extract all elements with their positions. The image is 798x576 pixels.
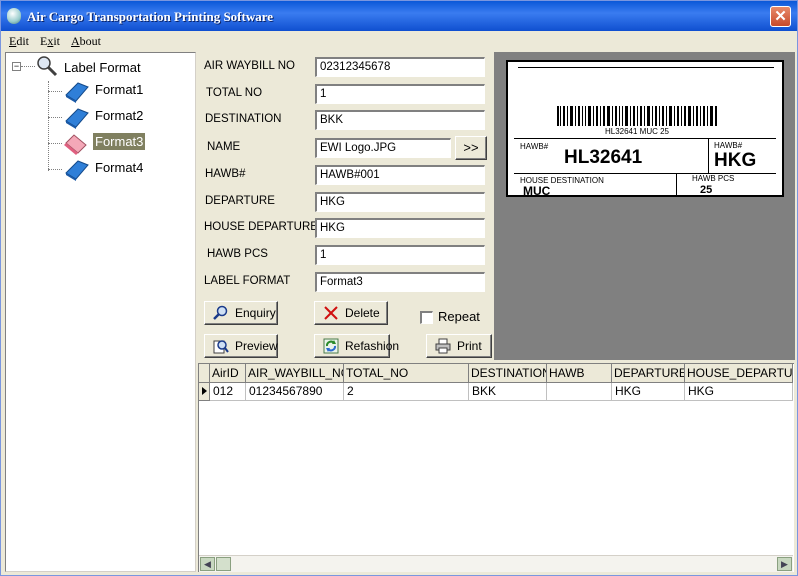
air-waybill-label: AIR WAYBILL NO bbox=[204, 60, 295, 72]
label-tag-icon bbox=[65, 108, 89, 129]
column-header[interactable]: TOTAL_NO bbox=[344, 364, 469, 383]
label-preview-card: HL32641 MUC 25 HAWB# HL32641 HAWB# HKG H… bbox=[506, 60, 784, 198]
scroll-right-icon[interactable]: ▶ bbox=[777, 557, 792, 571]
table-cell[interactable]: BKK bbox=[469, 383, 547, 401]
collapse-toggle[interactable]: − bbox=[12, 62, 21, 71]
hawb-value: HL32641 bbox=[564, 147, 643, 168]
label-format-label: LABEL FORMAT bbox=[204, 275, 291, 287]
close-icon: ✕ bbox=[774, 8, 787, 25]
row-house-departure: HOUSE DEPARTURE HKG bbox=[198, 216, 492, 238]
menu-bar: Edit Exit About bbox=[1, 31, 797, 51]
departure-label: DEPARTURE bbox=[205, 195, 275, 207]
window-title: Air Cargo Transportation Printing Softwa… bbox=[27, 9, 274, 24]
table-cell[interactable] bbox=[547, 383, 612, 401]
row-departure: DEPARTURE HKG bbox=[198, 190, 492, 212]
horizontal-scrollbar[interactable]: ◀ ▶ bbox=[199, 555, 793, 572]
hawb-pcs-caption: HAWB PCS bbox=[692, 174, 735, 183]
preview-magnifier-icon bbox=[213, 340, 229, 354]
barcode-text: HL32641 MUC 25 bbox=[604, 127, 670, 136]
label-tag-icon bbox=[65, 82, 89, 103]
delete-button[interactable]: Delete bbox=[314, 301, 388, 325]
hawb-label: HAWB# bbox=[205, 168, 246, 180]
tree-item-label: Format1 bbox=[95, 82, 144, 97]
barcode-image bbox=[557, 106, 717, 126]
tree-item-label: Format4 bbox=[95, 160, 144, 175]
scroll-left-icon[interactable]: ◀ bbox=[200, 557, 215, 571]
house-destination-value: MUC bbox=[523, 184, 551, 198]
destination-label: DESTINATION bbox=[205, 113, 282, 125]
column-header[interactable]: DEPARTURE bbox=[612, 364, 685, 383]
menu-exit[interactable]: Exit bbox=[40, 34, 60, 49]
column-header[interactable]: AirID bbox=[210, 364, 246, 383]
close-button[interactable]: ✕ bbox=[770, 6, 791, 27]
label-format-tree[interactable]: − Label Format Format1 Format2 Format3 F… bbox=[5, 52, 196, 572]
app-icon bbox=[7, 8, 21, 24]
print-button[interactable]: Print bbox=[426, 334, 492, 358]
magnifier-icon bbox=[37, 56, 58, 77]
menu-edit[interactable]: Edit bbox=[9, 34, 29, 49]
row-name: NAME EWI Logo.JPG >> bbox=[198, 136, 492, 160]
house-departure-input[interactable]: HKG bbox=[315, 218, 485, 238]
hawb2-value: HKG bbox=[714, 150, 757, 171]
table-cell[interactable]: 2 bbox=[344, 383, 469, 401]
browse-button[interactable]: >> bbox=[455, 136, 487, 160]
records-grid[interactable]: AirID AIR_WAYBILL_NO TOTAL_NO DESTINATIO… bbox=[198, 363, 794, 572]
total-no-label: TOTAL NO bbox=[206, 87, 263, 99]
column-header[interactable]: HOUSE_DEPARTUR bbox=[685, 364, 793, 383]
refresh-icon bbox=[323, 338, 339, 354]
row-hawb-pcs: HAWB PCS 1 bbox=[198, 243, 492, 265]
row-total-no: TOTAL NO 1 bbox=[198, 82, 492, 104]
menu-about[interactable]: About bbox=[71, 34, 101, 49]
hawb-pcs-value: 25 bbox=[700, 184, 713, 196]
house-departure-label: HOUSE DEPARTURE bbox=[204, 221, 318, 233]
repeat-label: Repeat bbox=[438, 309, 480, 324]
refashion-button[interactable]: Refashion bbox=[314, 334, 399, 358]
preview-button[interactable]: Preview bbox=[204, 334, 278, 358]
hawb-caption: HAWB# bbox=[520, 142, 549, 151]
hawb2-caption: HAWB# bbox=[714, 141, 743, 150]
table-cell[interactable]: HKG bbox=[612, 383, 685, 401]
printer-icon bbox=[435, 338, 451, 354]
column-header[interactable]: HAWB bbox=[547, 364, 612, 383]
hawb-input[interactable]: HAWB#001 bbox=[315, 165, 485, 185]
exit-mnemonic: xit bbox=[47, 34, 61, 48]
exit-underline: x bbox=[47, 34, 54, 48]
search-icon bbox=[213, 305, 228, 320]
label-preview-panel: HL32641 MUC 25 HAWB# HL32641 HAWB# HKG H… bbox=[494, 52, 795, 360]
row-label-format: LABEL FORMAT Format3 bbox=[198, 270, 492, 292]
hawb-pcs-label: HAWB PCS bbox=[207, 248, 268, 260]
eraser-icon bbox=[64, 134, 87, 155]
name-label: NAME bbox=[207, 141, 241, 153]
row-destination: DESTINATION BKK bbox=[198, 108, 492, 130]
row-hawb: HAWB# HAWB#001 bbox=[198, 163, 492, 185]
tree-item-label: Format2 bbox=[95, 108, 144, 123]
destination-input[interactable]: BKK bbox=[315, 110, 485, 130]
repeat-checkbox[interactable] bbox=[420, 311, 433, 324]
column-header[interactable]: DESTINATION bbox=[469, 364, 547, 383]
departure-input[interactable]: HKG bbox=[315, 192, 485, 212]
hawb-pcs-input[interactable]: 1 bbox=[315, 245, 485, 265]
name-input[interactable]: EWI Logo.JPG bbox=[315, 138, 451, 158]
table-cell[interactable]: 012 bbox=[210, 383, 246, 401]
total-no-input[interactable]: 1 bbox=[315, 84, 485, 104]
tree-root-label: Label Format bbox=[64, 60, 141, 75]
scroll-thumb[interactable] bbox=[216, 557, 231, 571]
label-tag-icon bbox=[65, 160, 89, 181]
delete-x-icon bbox=[324, 306, 338, 320]
tree-item-label-selected: Format3 bbox=[91, 132, 147, 151]
air-waybill-input[interactable]: 02312345678 bbox=[315, 57, 485, 77]
table-cell[interactable]: 01234567890 bbox=[246, 383, 344, 401]
column-header[interactable]: AIR_WAYBILL_NO bbox=[246, 364, 344, 383]
row-indicator[interactable] bbox=[199, 383, 210, 401]
main-window: Air Cargo Transportation Printing Softwa… bbox=[0, 0, 798, 576]
table-cell[interactable]: HKG bbox=[685, 383, 793, 401]
row-air-waybill: AIR WAYBILL NO 02312345678 bbox=[198, 55, 492, 77]
label-format-input[interactable]: Format3 bbox=[315, 272, 485, 292]
title-bar[interactable]: Air Cargo Transportation Printing Softwa… bbox=[1, 1, 797, 31]
enquiry-button[interactable]: Enquiry bbox=[204, 301, 278, 325]
